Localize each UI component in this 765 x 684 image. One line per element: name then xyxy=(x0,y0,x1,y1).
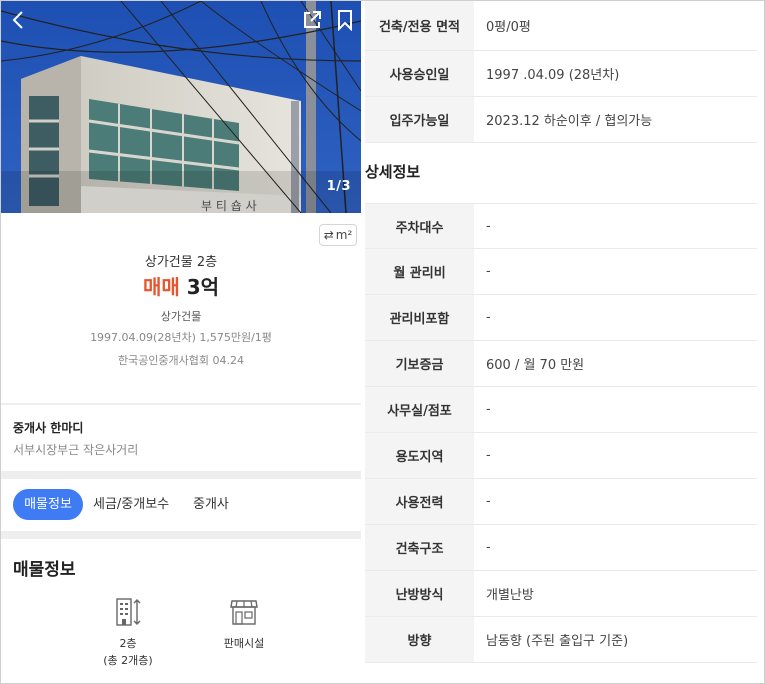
building-floor-icon xyxy=(116,598,141,626)
building-photo-image: 부 티 숍 사 xyxy=(1,1,361,213)
floor-label: 2층 (총 2개층) xyxy=(88,635,168,669)
row-label: 난방방식 xyxy=(365,571,474,616)
deal-type: 매매 xyxy=(142,275,180,299)
property-subtype: 상가건물 2층 xyxy=(144,255,218,270)
row-value: 개별난방 xyxy=(486,588,534,603)
row-value: - xyxy=(486,402,491,417)
row-value: - xyxy=(486,218,491,234)
floor-value: 2층 xyxy=(119,637,137,650)
row-value: 1997 .04.09 (28년차) xyxy=(486,68,620,83)
tab-listing-info[interactable]: 매물정보 xyxy=(13,489,83,520)
agent-comment-text: 서부시장부근 작은사거리 xyxy=(13,443,139,457)
property-category: 상가건물 xyxy=(160,310,202,323)
info-row: 건축/전용 면적 0평/0평 xyxy=(365,1,757,51)
photo-counter: 1/3 xyxy=(326,179,351,194)
row-label: 건축구조 xyxy=(365,525,474,570)
row-value: - xyxy=(486,310,491,325)
unit-toggle-button[interactable]: ⇄ m² xyxy=(319,224,357,246)
property-photo[interactable]: 부 티 숍 사 1/3 xyxy=(1,1,361,213)
listing-summary: ⇄ m² 상가건물 2층 매매 3억 상가건물 1997.04.09(28년차)… xyxy=(1,213,361,403)
listing-panel: 부 티 숍 사 1/3 ⇄ m² 상가건물 2층 매매 3억 상가건물 1997… xyxy=(1,1,361,683)
property-meta: 1997.04.09(28년차) 1,575만원/1평 xyxy=(90,331,272,344)
listing-info-section: 매물정보 2층 (총 2개층) 판매시설 xyxy=(1,539,361,683)
row-label: 기보증금 xyxy=(365,341,474,386)
floor-feature: 2층 (총 2개층) xyxy=(88,597,168,669)
row-value: - xyxy=(486,264,491,279)
detail-row: 주차대수 - xyxy=(365,203,757,249)
row-value: 남동향 (주된 출입구 기준) xyxy=(486,634,629,649)
section-divider xyxy=(1,471,361,479)
share-icon xyxy=(304,11,321,28)
detail-row: 관리비포함 - xyxy=(365,295,757,341)
unit-toggle-label: m² xyxy=(335,228,353,242)
detail-row: 방향 남동향 (주된 출입구 기준) xyxy=(365,617,757,663)
section-divider xyxy=(1,531,361,539)
section-tabs: 매물정보 세금/중개보수 중개사 xyxy=(1,479,361,531)
info-row: 입주가능일 2023.12 하순이후 / 협의가능 xyxy=(365,97,757,143)
detail-row: 사용전력 - xyxy=(365,479,757,525)
agency-info: 한국공인중개사협회 04.24 xyxy=(117,354,245,367)
price-value: 3억 xyxy=(186,275,220,299)
detail-section-title: 상세정보 xyxy=(365,163,421,181)
row-label: 용도지역 xyxy=(365,433,474,478)
row-label: 입주가능일 xyxy=(365,97,474,142)
back-button[interactable] xyxy=(9,9,29,31)
chevron-left-icon xyxy=(12,11,23,29)
swap-icon: ⇄ xyxy=(323,228,334,242)
section-title: 매물정보 xyxy=(13,560,76,580)
agent-comment: 중개사 한마디 서부시장부근 작은사거리 xyxy=(1,405,361,471)
row-label: 월 관리비 xyxy=(365,249,474,294)
row-label: 관리비포함 xyxy=(365,295,474,340)
row-label: 사용전력 xyxy=(365,479,474,524)
info-row: 사용승인일 1997 .04.09 (28년차) xyxy=(365,51,757,97)
storefront-icon xyxy=(230,600,258,625)
row-label: 주차대수 xyxy=(365,204,474,248)
detail-row: 사무실/점포 - xyxy=(365,387,757,433)
detail-row: 용도지역 - xyxy=(365,433,757,479)
row-label: 사무실/점포 xyxy=(365,387,474,432)
detail-row: 월 관리비 - xyxy=(365,249,757,295)
row-label: 사용승인일 xyxy=(365,51,474,96)
agent-comment-title: 중개사 한마디 xyxy=(13,421,84,435)
detail-panel: 건축/전용 면적 0평/0평 사용승인일 1997 .04.09 (28년차) … xyxy=(362,1,764,683)
usage-feature: 판매시설 xyxy=(204,597,284,652)
row-value: 600 / 월 70 만원 xyxy=(486,358,585,373)
share-button[interactable] xyxy=(301,9,323,31)
row-value: 2023.12 하순이후 / 협의가능 xyxy=(486,114,653,129)
row-label: 건축/전용 면적 xyxy=(365,1,474,50)
usage-label: 판매시설 xyxy=(223,637,265,650)
price-line: 매매 3억 xyxy=(1,271,361,300)
floor-total: (총 2개층) xyxy=(103,654,153,667)
bookmark-button[interactable] xyxy=(335,9,355,31)
row-value: - xyxy=(486,540,491,555)
detail-row: 건축구조 - xyxy=(365,525,757,571)
row-label: 방향 xyxy=(365,617,474,662)
tab-tax-fee[interactable]: 세금/중개보수 xyxy=(93,489,169,520)
row-value: 0평/0평 xyxy=(486,20,531,35)
row-value: - xyxy=(486,448,491,463)
bookmark-icon xyxy=(338,10,352,31)
detail-row: 기보증금 600 / 월 70 만원 xyxy=(365,341,757,387)
detail-row: 난방방식 개별난방 xyxy=(365,571,757,617)
tab-agent[interactable]: 중개사 xyxy=(193,489,229,520)
row-value: - xyxy=(486,494,491,509)
